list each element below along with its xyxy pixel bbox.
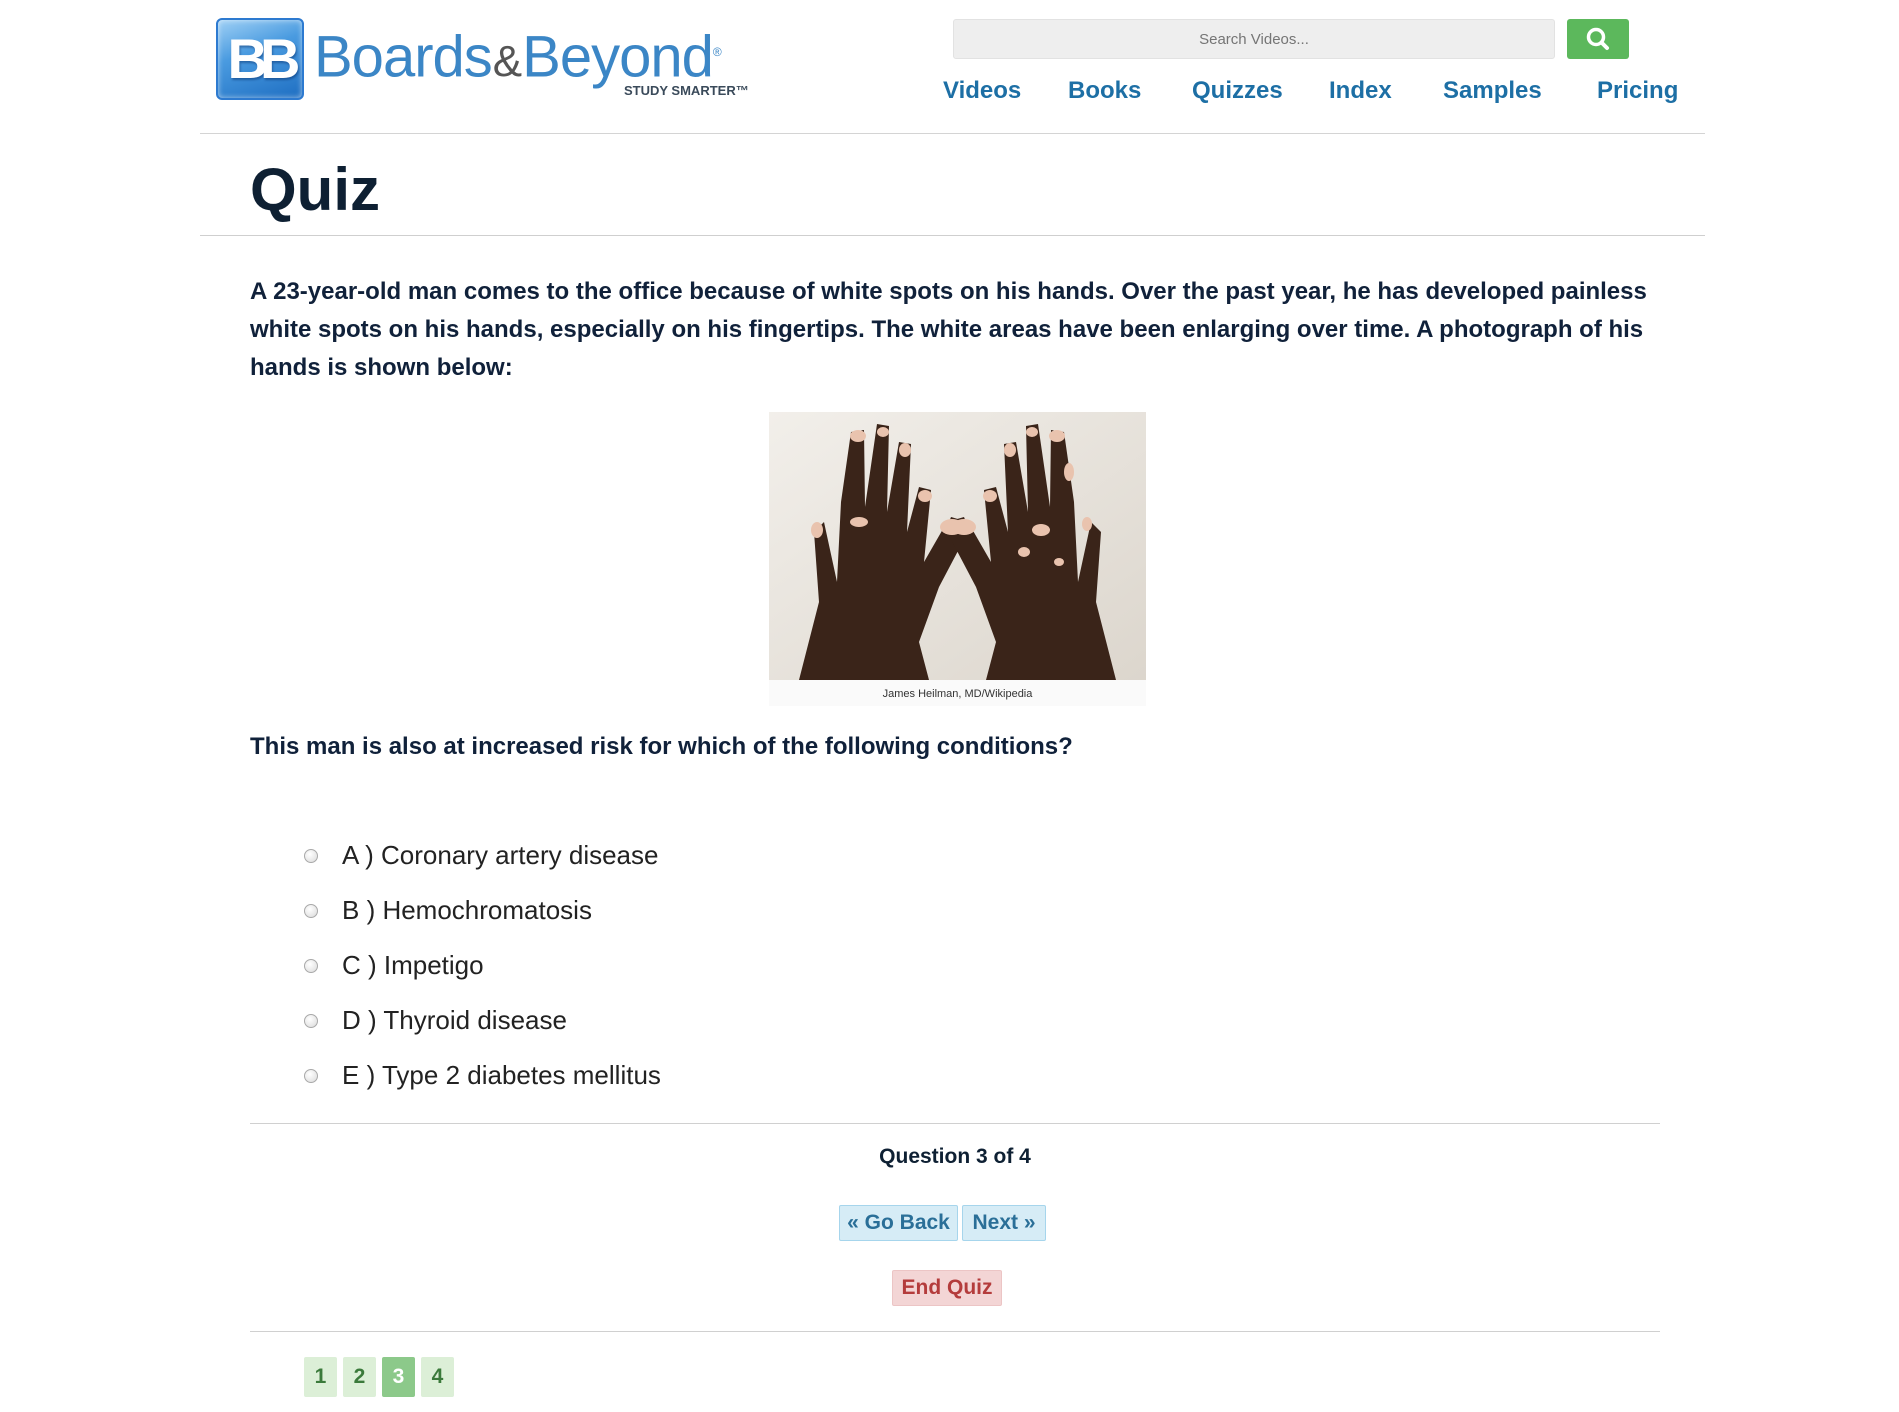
search-icon: [1586, 27, 1609, 50]
option-label: E ) Type 2 diabetes mellitus: [342, 1060, 661, 1090]
go-back-button[interactable]: « Go Back: [839, 1205, 958, 1241]
question-prompt: This man is also at increased risk for w…: [250, 733, 1073, 760]
radio-button[interactable]: [304, 958, 318, 973]
option-label: C ) Impetigo: [342, 950, 484, 980]
nav-books[interactable]: Books: [1068, 76, 1141, 106]
brand-name-right: Beyond: [522, 24, 714, 90]
option-e[interactable]: E ) Type 2 diabetes mellitus: [300, 1048, 661, 1103]
title-bar: Quiz: [200, 134, 1705, 236]
logo-mark-icon: BB: [216, 18, 304, 100]
option-b[interactable]: B ) Hemochromatosis: [300, 883, 661, 938]
nav-pricing[interactable]: Pricing: [1597, 76, 1678, 106]
page-2-button[interactable]: 2: [343, 1357, 376, 1397]
nav-quizzes[interactable]: Quizzes: [1192, 76, 1283, 106]
question-progress: Question 3 of 4: [879, 1145, 1031, 1168]
page-3-button[interactable]: 3: [382, 1357, 415, 1397]
hands-photo: [769, 412, 1146, 680]
radio-button[interactable]: [304, 903, 318, 918]
next-button[interactable]: Next »: [962, 1205, 1046, 1241]
page-1-button[interactable]: 1: [304, 1357, 337, 1397]
question-stem: A 23-year-old man comes to the office be…: [250, 278, 1647, 381]
end-quiz-button[interactable]: End Quiz: [892, 1270, 1002, 1306]
option-label: B ) Hemochromatosis: [342, 895, 592, 925]
nav-videos[interactable]: Videos: [943, 76, 1021, 106]
nav-samples[interactable]: Samples: [1443, 76, 1542, 106]
search-input[interactable]: [953, 19, 1555, 59]
divider-top: [250, 1123, 1660, 1124]
option-label: D ) Thyroid disease: [342, 1005, 567, 1035]
image-credit: James Heilman, MD/Wikipedia: [769, 680, 1146, 706]
page-title: Quiz: [250, 156, 380, 223]
divider-bottom: [250, 1331, 1660, 1332]
vitiligo-hands-image: [769, 412, 1146, 680]
answer-options: A ) Coronary artery disease B ) Hemochro…: [300, 828, 661, 1103]
quiz-page: BB Boards&Beyond® STUDY SMARTER™ Videos …: [0, 0, 1899, 1412]
radio-button[interactable]: [304, 1068, 318, 1083]
radio-button[interactable]: [304, 848, 318, 863]
option-c[interactable]: C ) Impetigo: [300, 938, 661, 993]
site-header: BB Boards&Beyond® STUDY SMARTER™ Videos …: [200, 0, 1705, 134]
option-a[interactable]: A ) Coronary artery disease: [300, 828, 661, 883]
question-figure: James Heilman, MD/Wikipedia: [769, 412, 1146, 706]
brand-name-amp: &: [492, 37, 522, 87]
page-4-button[interactable]: 4: [421, 1357, 454, 1397]
nav-index[interactable]: Index: [1329, 76, 1392, 106]
registered-mark: ®: [712, 45, 722, 59]
option-d[interactable]: D ) Thyroid disease: [300, 993, 661, 1048]
brand-tagline: STUDY SMARTER™: [624, 83, 749, 98]
brand-name-left: Boards: [314, 24, 493, 90]
option-label: A ) Coronary artery disease: [342, 840, 659, 870]
search-button[interactable]: [1567, 19, 1629, 59]
radio-button[interactable]: [304, 1013, 318, 1028]
